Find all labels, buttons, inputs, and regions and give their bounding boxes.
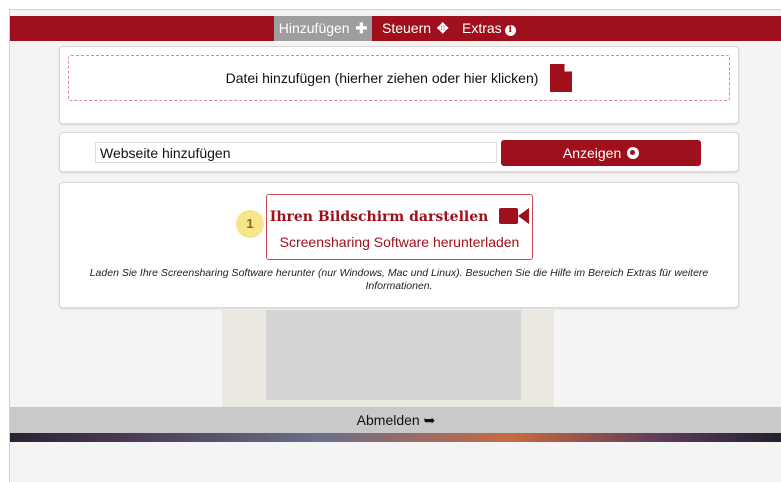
nav-control[interactable]: Steuern ✥: [382, 16, 449, 41]
nav-add-label: Hinzufügen: [278, 20, 350, 36]
screenshare-title-row: Ihren Bildschirm darstellen: [267, 207, 532, 225]
file-dropzone[interactable]: Datei hinzufügen (hierher ziehen oder hi…: [68, 55, 730, 101]
nav-extras-label: Extras: [462, 20, 502, 36]
desktop-dock-strip: [10, 433, 781, 442]
nav-extras[interactable]: Extras i: [462, 16, 516, 41]
screenshare-download-button[interactable]: Ihren Bildschirm darstellen Screensharin…: [266, 194, 533, 260]
show-button-label: Anzeigen: [562, 145, 622, 161]
file-icon: [550, 64, 573, 92]
website-url-input[interactable]: [95, 142, 497, 163]
nav-control-label: Steuern: [382, 20, 432, 36]
file-upload-panel: Datei hinzufügen (hierher ziehen oder hi…: [59, 46, 739, 124]
plus-icon: ✚: [351, 20, 368, 36]
nav-add[interactable]: Hinzufügen ✚: [274, 16, 372, 41]
file-dropzone-label: Datei hinzufügen (hierher ziehen oder hi…: [225, 70, 539, 86]
screenshare-subtitle: Screensharing Software herunterladen: [279, 234, 520, 250]
background-preview-screen: [266, 310, 521, 400]
move-arrows-icon: ✥: [433, 20, 449, 36]
video-camera-icon: [499, 208, 530, 224]
screenshare-description: Laden Sie Ihre Screensharing Software he…: [89, 267, 709, 292]
show-website-button[interactable]: Anzeigen: [501, 140, 701, 166]
globe-icon: [627, 147, 640, 159]
top-nav-bar: Hinzufügen ✚ Steuern ✥ Extras i: [10, 16, 781, 41]
logout-label: Abmelden: [356, 412, 420, 428]
step-badge: 1: [236, 210, 264, 238]
sign-out-icon: ➥: [423, 412, 436, 428]
screenshare-title: Ihren Bildschirm darstellen: [269, 209, 489, 225]
screenshare-panel: 1 Ihren Bildschirm darstellen Screenshar…: [59, 182, 739, 308]
app-frame: Hinzufügen ✚ Steuern ✥ Extras i Datei hin…: [9, 9, 781, 482]
background-preview: [222, 310, 554, 410]
logout-button[interactable]: Abmelden ➥: [10, 407, 781, 433]
website-panel: Anzeigen: [59, 132, 739, 172]
info-icon: i: [504, 25, 516, 36]
